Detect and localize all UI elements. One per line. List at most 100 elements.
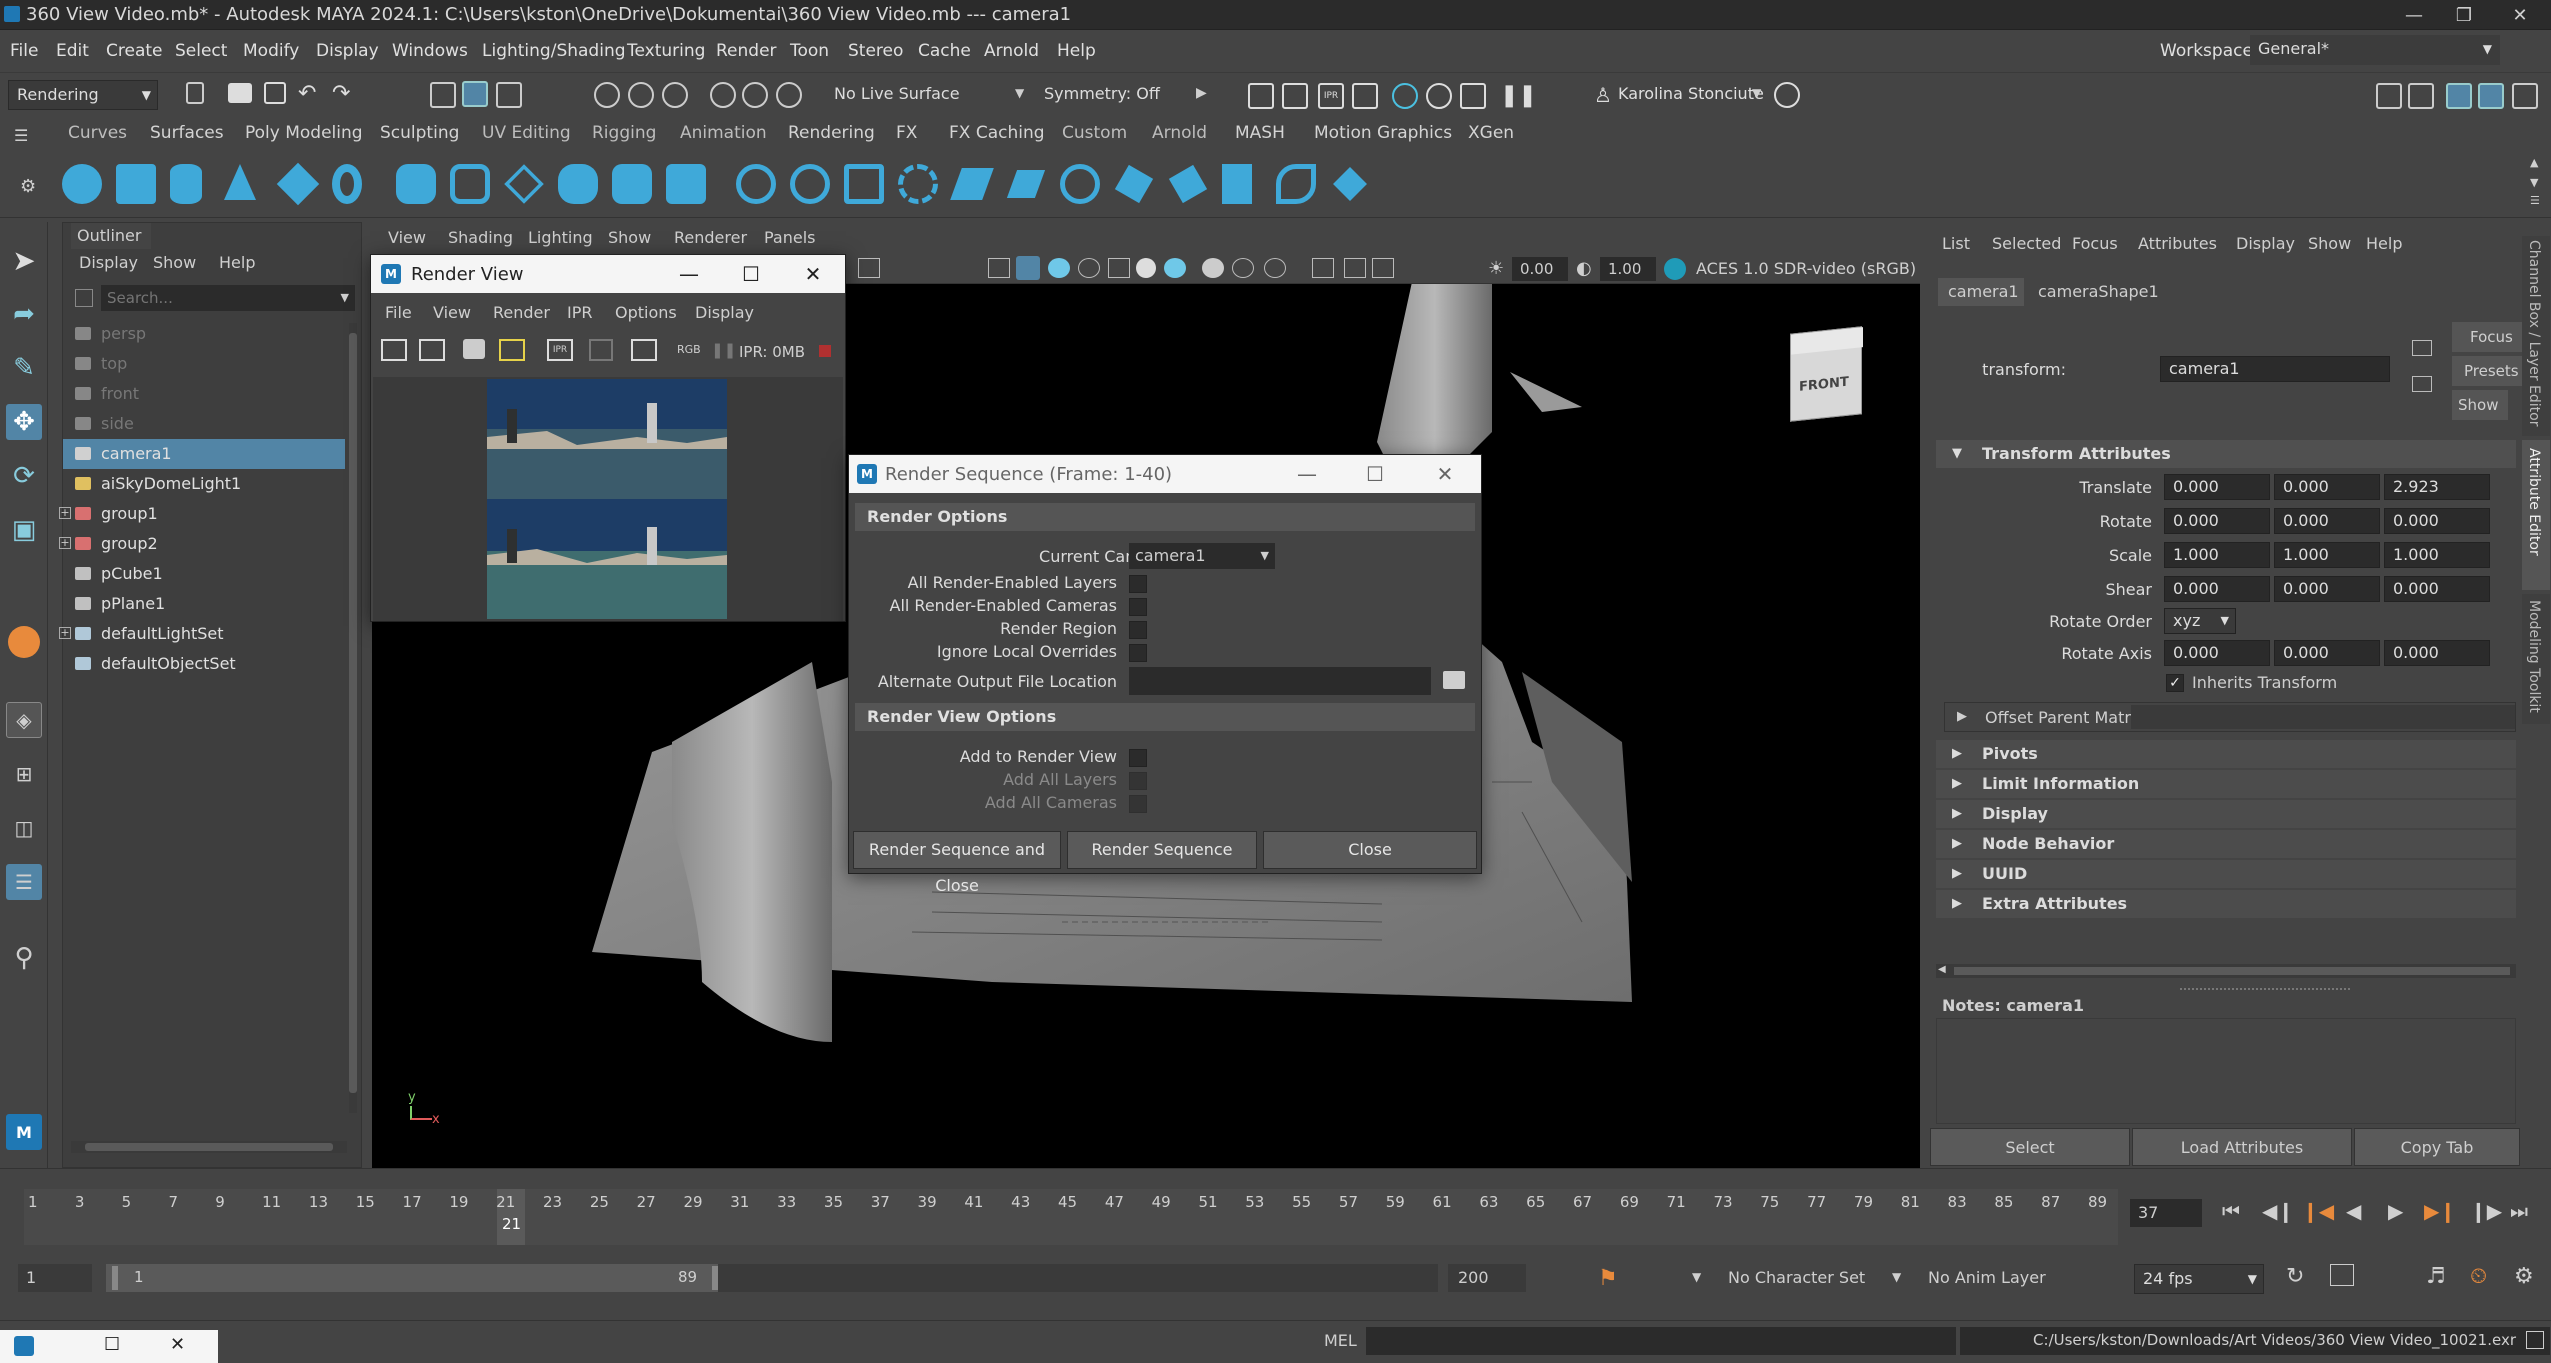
viewport-menu-shading[interactable]: Shading [448, 228, 513, 247]
layout-two-icon[interactable]: ◫ [6, 810, 42, 846]
outliner-item[interactable]: camera1 [63, 439, 345, 469]
go-to-end-icon[interactable]: ⏭ [2510, 1199, 2528, 1223]
current-frame-field[interactable]: 37 [2130, 1199, 2202, 1227]
alt-output-location-field[interactable] [1129, 667, 1431, 695]
nurbs-cylinder-icon[interactable] [170, 164, 202, 204]
time-slider[interactable]: 21 1 3 5 7 9 11 13 15 17 19 21 23 25 27 29 31 33 35 37 39 41… [0, 1168, 2551, 1254]
tab-uv-editing[interactable]: UV Editing [482, 123, 571, 143]
section-extra-attributes[interactable]: ▶ Extra Attributes [1936, 890, 2516, 918]
menu-render[interactable]: Render [716, 41, 777, 61]
minimize-icon[interactable]: — [659, 255, 719, 293]
menuset-dropdown[interactable]: Rendering ▼ [8, 80, 158, 110]
gate-mask-icon[interactable] [1372, 258, 1394, 278]
outliner-item[interactable]: persp [63, 319, 345, 349]
rebuild-icon[interactable] [1333, 167, 1367, 201]
snap-projected-icon[interactable] [710, 82, 736, 108]
ambient-occlusion-icon[interactable] [1136, 258, 1156, 278]
side-tab-attribute-editor[interactable]: Attribute Editor [2522, 440, 2550, 590]
nurbs-sphere-icon[interactable] [62, 164, 102, 204]
shear-y-field[interactable]: 0.000 [2274, 576, 2380, 602]
toggle-tool-settings-icon[interactable] [2512, 83, 2538, 109]
anim-prefs-icon[interactable]: ⏲ [2470, 1264, 2487, 1289]
tab-fx[interactable]: FX [896, 123, 917, 143]
exposure-icon[interactable]: ☀ [1488, 258, 1504, 279]
loft-icon[interactable] [450, 164, 490, 204]
rv-render-region-icon[interactable] [419, 339, 445, 361]
outliner-menu-display[interactable]: Display [79, 253, 138, 272]
ae-select-button[interactable]: Select [1930, 1128, 2130, 1166]
exposure-field[interactable]: 0.00 [1512, 257, 1568, 281]
workspace-dropdown[interactable]: General* ▼ [2250, 35, 2500, 65]
view-cube[interactable]: FRONT [1790, 326, 1863, 422]
offset-parent-matrix-row[interactable]: ▶ Offset Parent Matrix [1944, 702, 2516, 732]
render-current-icon[interactable] [1248, 83, 1274, 109]
outliner-item[interactable]: + group2 [59, 529, 345, 559]
select-tool-icon[interactable]: ➤ [6, 242, 42, 278]
rv-menu-options[interactable]: Options [615, 303, 677, 322]
menu-edit[interactable]: Edit [56, 41, 89, 61]
folder-icon[interactable] [1443, 671, 1465, 689]
outliner-search-input[interactable] [101, 285, 321, 311]
outliner-layout-icon[interactable]: ☰ [6, 864, 42, 900]
viewport-menu-renderer[interactable]: Renderer [674, 228, 747, 247]
range-handle-bar[interactable] [106, 1264, 718, 1292]
ae-menu-selected[interactable]: Selected [1992, 234, 2061, 253]
detach-icon[interactable] [1006, 170, 1046, 198]
expand-plus-icon[interactable]: + [59, 507, 71, 519]
attach-icon[interactable] [950, 168, 994, 200]
add-all-layers-checkbox[interactable] [1129, 772, 1147, 790]
rv-ipr-refresh-icon[interactable] [589, 339, 613, 361]
gear-icon[interactable]: ⚙ [20, 176, 36, 197]
chevron-down-icon[interactable]: ▼ [1752, 86, 1761, 100]
render-settings-icon[interactable] [1352, 83, 1378, 109]
arnold-light-icon[interactable] [1460, 83, 1486, 109]
transform-attributes-header[interactable]: ▼ Transform Attributes [1936, 440, 2516, 468]
menu-file[interactable]: File [10, 41, 38, 61]
close-button[interactable]: Close [1263, 831, 1477, 869]
new-scene-icon[interactable] [186, 82, 204, 104]
snap-point-icon[interactable] [662, 82, 688, 108]
move-tool-icon[interactable]: ✥ [6, 404, 42, 440]
tab-mash[interactable]: MASH [1235, 123, 1285, 143]
user-icon[interactable]: ♙ [1594, 83, 1612, 107]
extend-icon[interactable] [1222, 164, 1252, 204]
minimized-window[interactable]: ☐ ✕ [0, 1330, 218, 1363]
outliner-hscrollbar[interactable] [71, 1141, 347, 1153]
hypershade-icon[interactable] [1392, 83, 1418, 109]
ae-hscroll-thumb[interactable] [1954, 967, 2510, 975]
tab-custom[interactable]: Custom [1062, 123, 1127, 143]
add-to-render-view-checkbox[interactable] [1129, 749, 1147, 767]
menu-display[interactable]: Display [316, 41, 379, 61]
close-icon[interactable]: ✕ [1415, 455, 1475, 493]
antialiasing-icon[interactable] [1202, 258, 1224, 278]
rv-menu-render[interactable]: Render [493, 303, 550, 322]
close-icon[interactable]: ✕ [2492, 0, 2548, 30]
ae-menu-help[interactable]: Help [2366, 234, 2402, 253]
restore-icon[interactable]: ❐ [2436, 0, 2492, 30]
revolve-icon[interactable] [396, 164, 436, 204]
notes-splitter[interactable] [2180, 988, 2350, 992]
script-language-label[interactable]: MEL [1324, 1331, 1357, 1350]
rv-rgb-label[interactable]: RGB [677, 343, 701, 356]
maximize-icon[interactable]: ☐ [721, 255, 781, 293]
boundary-icon[interactable] [666, 164, 706, 204]
chevron-right-icon[interactable]: ▶ [1196, 85, 1207, 101]
scale-tool-icon[interactable]: ▣ [6, 512, 42, 548]
nurbs-cube-icon[interactable] [116, 164, 156, 204]
motion-blur-icon[interactable] [1164, 258, 1186, 278]
shelf-menu-icon[interactable]: ☰ [14, 126, 28, 145]
select-component-icon[interactable] [496, 82, 522, 108]
rotate-order-dropdown[interactable]: xyz ▼ [2164, 608, 2236, 634]
outliner-item[interactable]: aiSkyDomeLight1 [63, 469, 345, 499]
open-scene-icon[interactable] [228, 83, 252, 103]
planar-icon[interactable] [504, 164, 544, 204]
render-sequence-and-close-button[interactable]: Render Sequence and Close [853, 831, 1061, 895]
show-button[interactable]: Show [2452, 390, 2508, 420]
tab-rigging[interactable]: Rigging [592, 123, 656, 143]
toggle-attribute-editor-icon[interactable] [2446, 83, 2472, 109]
range-start-handle-icon[interactable] [112, 1266, 118, 1290]
trim-icon[interactable] [844, 164, 884, 204]
make-live-icon[interactable] [776, 82, 802, 108]
rv-image-area[interactable] [373, 377, 843, 621]
ipr-render-icon[interactable]: IPR [1318, 83, 1344, 109]
